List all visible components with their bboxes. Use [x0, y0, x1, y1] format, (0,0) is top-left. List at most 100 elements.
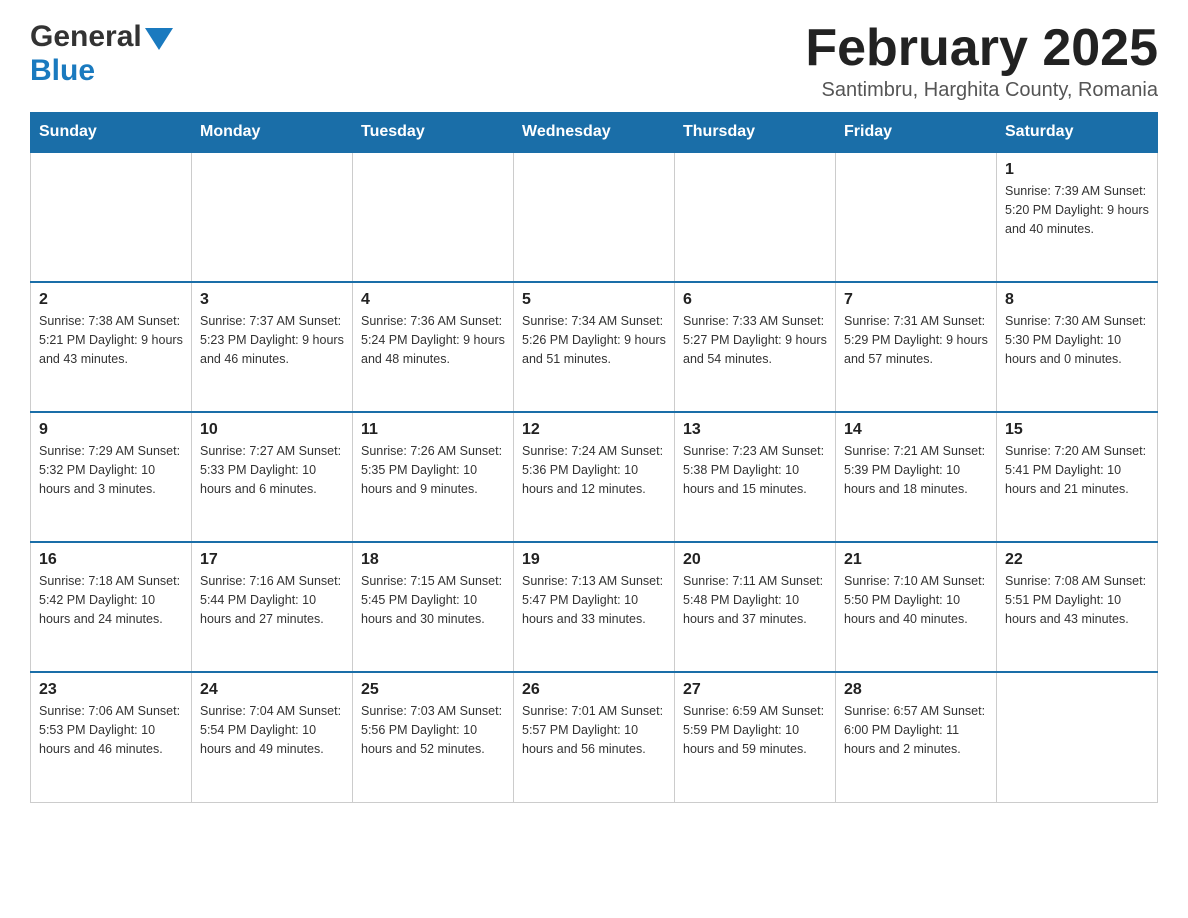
cell-week2-day4: 6 Sunrise: 7:33 AM Sunset: 5:27 PM Daylig… — [675, 282, 836, 412]
logo: General Blue — [30, 20, 173, 88]
cell-week3-day3: 12 Sunrise: 7:24 AM Sunset: 5:36 PM Dayli… — [514, 412, 675, 542]
col-sunday: Sunday — [31, 113, 192, 153]
day-info: Sunrise: 7:13 AM Sunset: 5:47 PM Dayligh… — [522, 572, 666, 628]
month-title: February 2025 — [805, 20, 1158, 77]
week-row-4: 16 Sunrise: 7:18 AM Sunset: 5:42 PM Dayli… — [31, 542, 1158, 672]
cell-week5-day5: 28 Sunrise: 6:57 AM Sunset: 6:00 PM Dayli… — [836, 672, 997, 802]
day-info: Sunrise: 7:27 AM Sunset: 5:33 PM Dayligh… — [200, 442, 344, 498]
col-saturday: Saturday — [997, 113, 1158, 153]
day-info: Sunrise: 7:18 AM Sunset: 5:42 PM Dayligh… — [39, 572, 183, 628]
cell-week4-day6: 22Sunrise: 7:08 AM Sunset: 5:51 PM Dayli… — [997, 542, 1158, 672]
day-number: 22 — [1005, 551, 1149, 569]
cell-week5-day0: 23Sunrise: 7:06 AM Sunset: 5:53 PM Dayli… — [31, 672, 192, 802]
week-row-3: 9 Sunrise: 7:29 AM Sunset: 5:32 PM Daylig… — [31, 412, 1158, 542]
cell-week4-day3: 19 Sunrise: 7:13 AM Sunset: 5:47 PM Dayli… — [514, 542, 675, 672]
day-number: 4 — [361, 291, 505, 309]
location: Santimbru, Harghita County, Romania — [805, 79, 1158, 102]
week-row-2: 2 Sunrise: 7:38 AM Sunset: 5:21 PM Daylig… — [31, 282, 1158, 412]
cell-week4-day5: 21 Sunrise: 7:10 AM Sunset: 5:50 PM Dayli… — [836, 542, 997, 672]
cell-week5-day2: 25 Sunrise: 7:03 AM Sunset: 5:56 PM Dayli… — [353, 672, 514, 802]
cell-week3-day2: 11 Sunrise: 7:26 AM Sunset: 5:35 PM Dayli… — [353, 412, 514, 542]
day-number: 2 — [39, 291, 183, 309]
cell-week2-day2: 4 Sunrise: 7:36 AM Sunset: 5:24 PM Daylig… — [353, 282, 514, 412]
day-number: 20 — [683, 551, 827, 569]
day-info: Sunrise: 6:59 AM Sunset: 5:59 PM Dayligh… — [683, 702, 827, 758]
day-info: Sunrise: 7:10 AM Sunset: 5:50 PM Dayligh… — [844, 572, 988, 628]
cell-week3-day1: 10 Sunrise: 7:27 AM Sunset: 5:33 PM Dayli… — [192, 412, 353, 542]
day-info: Sunrise: 7:38 AM Sunset: 5:21 PM Dayligh… — [39, 312, 183, 368]
cell-week2-day1: 3 Sunrise: 7:37 AM Sunset: 5:23 PM Daylig… — [192, 282, 353, 412]
cell-week1-day4 — [675, 152, 836, 282]
col-friday: Friday — [836, 113, 997, 153]
cell-week4-day1: 17 Sunrise: 7:16 AM Sunset: 5:44 PM Dayli… — [192, 542, 353, 672]
day-number: 16 — [39, 551, 183, 569]
cell-week2-day5: 7 Sunrise: 7:31 AM Sunset: 5:29 PM Daylig… — [836, 282, 997, 412]
day-info: Sunrise: 7:23 AM Sunset: 5:38 PM Dayligh… — [683, 442, 827, 498]
cell-week5-day1: 24 Sunrise: 7:04 AM Sunset: 5:54 PM Dayli… — [192, 672, 353, 802]
day-info: Sunrise: 7:26 AM Sunset: 5:35 PM Dayligh… — [361, 442, 505, 498]
day-number: 28 — [844, 681, 988, 699]
week-row-5: 23Sunrise: 7:06 AM Sunset: 5:53 PM Dayli… — [31, 672, 1158, 802]
day-number: 9 — [39, 421, 183, 439]
day-info: Sunrise: 7:04 AM Sunset: 5:54 PM Dayligh… — [200, 702, 344, 758]
day-info: Sunrise: 7:37 AM Sunset: 5:23 PM Dayligh… — [200, 312, 344, 368]
col-thursday: Thursday — [675, 113, 836, 153]
col-tuesday: Tuesday — [353, 113, 514, 153]
day-number: 24 — [200, 681, 344, 699]
cell-week3-day4: 13 Sunrise: 7:23 AM Sunset: 5:38 PM Dayli… — [675, 412, 836, 542]
day-number: 21 — [844, 551, 988, 569]
cell-week1-day3 — [514, 152, 675, 282]
day-number: 12 — [522, 421, 666, 439]
day-info: Sunrise: 7:36 AM Sunset: 5:24 PM Dayligh… — [361, 312, 505, 368]
cell-week1-day1 — [192, 152, 353, 282]
day-number: 14 — [844, 421, 988, 439]
logo-general-text: General — [30, 20, 142, 54]
day-number: 25 — [361, 681, 505, 699]
col-wednesday: Wednesday — [514, 113, 675, 153]
cell-week1-day2 — [353, 152, 514, 282]
day-info: Sunrise: 7:29 AM Sunset: 5:32 PM Dayligh… — [39, 442, 183, 498]
day-info: Sunrise: 7:39 AM Sunset: 5:20 PM Dayligh… — [1005, 182, 1149, 238]
cell-week2-day0: 2 Sunrise: 7:38 AM Sunset: 5:21 PM Daylig… — [31, 282, 192, 412]
day-number: 15 — [1005, 421, 1149, 439]
page-header: General Blue February 2025 Santimbru, Ha… — [30, 20, 1158, 102]
day-number: 11 — [361, 421, 505, 439]
day-info: Sunrise: 6:57 AM Sunset: 6:00 PM Dayligh… — [844, 702, 988, 758]
day-info: Sunrise: 7:24 AM Sunset: 5:36 PM Dayligh… — [522, 442, 666, 498]
day-number: 19 — [522, 551, 666, 569]
cell-week2-day6: 8 Sunrise: 7:30 AM Sunset: 5:30 PM Daylig… — [997, 282, 1158, 412]
cell-week1-day6: 1 Sunrise: 7:39 AM Sunset: 5:20 PM Daylig… — [997, 152, 1158, 282]
cell-week4-day4: 20 Sunrise: 7:11 AM Sunset: 5:48 PM Dayli… — [675, 542, 836, 672]
day-info: Sunrise: 7:20 AM Sunset: 5:41 PM Dayligh… — [1005, 442, 1149, 498]
day-number: 7 — [844, 291, 988, 309]
day-number: 26 — [522, 681, 666, 699]
day-info: Sunrise: 7:34 AM Sunset: 5:26 PM Dayligh… — [522, 312, 666, 368]
day-info: Sunrise: 7:21 AM Sunset: 5:39 PM Dayligh… — [844, 442, 988, 498]
day-info: Sunrise: 7:11 AM Sunset: 5:48 PM Dayligh… — [683, 572, 827, 628]
title-section: February 2025 Santimbru, Harghita County… — [805, 20, 1158, 102]
calendar-header-row: Sunday Monday Tuesday Wednesday Thursday… — [31, 113, 1158, 153]
cell-week3-day5: 14 Sunrise: 7:21 AM Sunset: 5:39 PM Dayli… — [836, 412, 997, 542]
cell-week4-day0: 16 Sunrise: 7:18 AM Sunset: 5:42 PM Dayli… — [31, 542, 192, 672]
day-info: Sunrise: 7:33 AM Sunset: 5:27 PM Dayligh… — [683, 312, 827, 368]
calendar-table: Sunday Monday Tuesday Wednesday Thursday… — [30, 112, 1158, 803]
day-number: 3 — [200, 291, 344, 309]
day-info: Sunrise: 7:31 AM Sunset: 5:29 PM Dayligh… — [844, 312, 988, 368]
day-info: Sunrise: 7:16 AM Sunset: 5:44 PM Dayligh… — [200, 572, 344, 628]
day-number: 27 — [683, 681, 827, 699]
day-number: 8 — [1005, 291, 1149, 309]
logo-blue-text: Blue — [30, 54, 95, 88]
day-number: 17 — [200, 551, 344, 569]
day-number: 1 — [1005, 161, 1149, 179]
day-number: 6 — [683, 291, 827, 309]
col-monday: Monday — [192, 113, 353, 153]
day-number: 10 — [200, 421, 344, 439]
day-info: Sunrise: 7:03 AM Sunset: 5:56 PM Dayligh… — [361, 702, 505, 758]
cell-week5-day6 — [997, 672, 1158, 802]
day-number: 13 — [683, 421, 827, 439]
day-info: Sunrise: 7:30 AM Sunset: 5:30 PM Dayligh… — [1005, 312, 1149, 368]
cell-week3-day0: 9 Sunrise: 7:29 AM Sunset: 5:32 PM Daylig… — [31, 412, 192, 542]
cell-week1-day0 — [31, 152, 192, 282]
cell-week2-day3: 5Sunrise: 7:34 AM Sunset: 5:26 PM Daylig… — [514, 282, 675, 412]
day-number: 18 — [361, 551, 505, 569]
